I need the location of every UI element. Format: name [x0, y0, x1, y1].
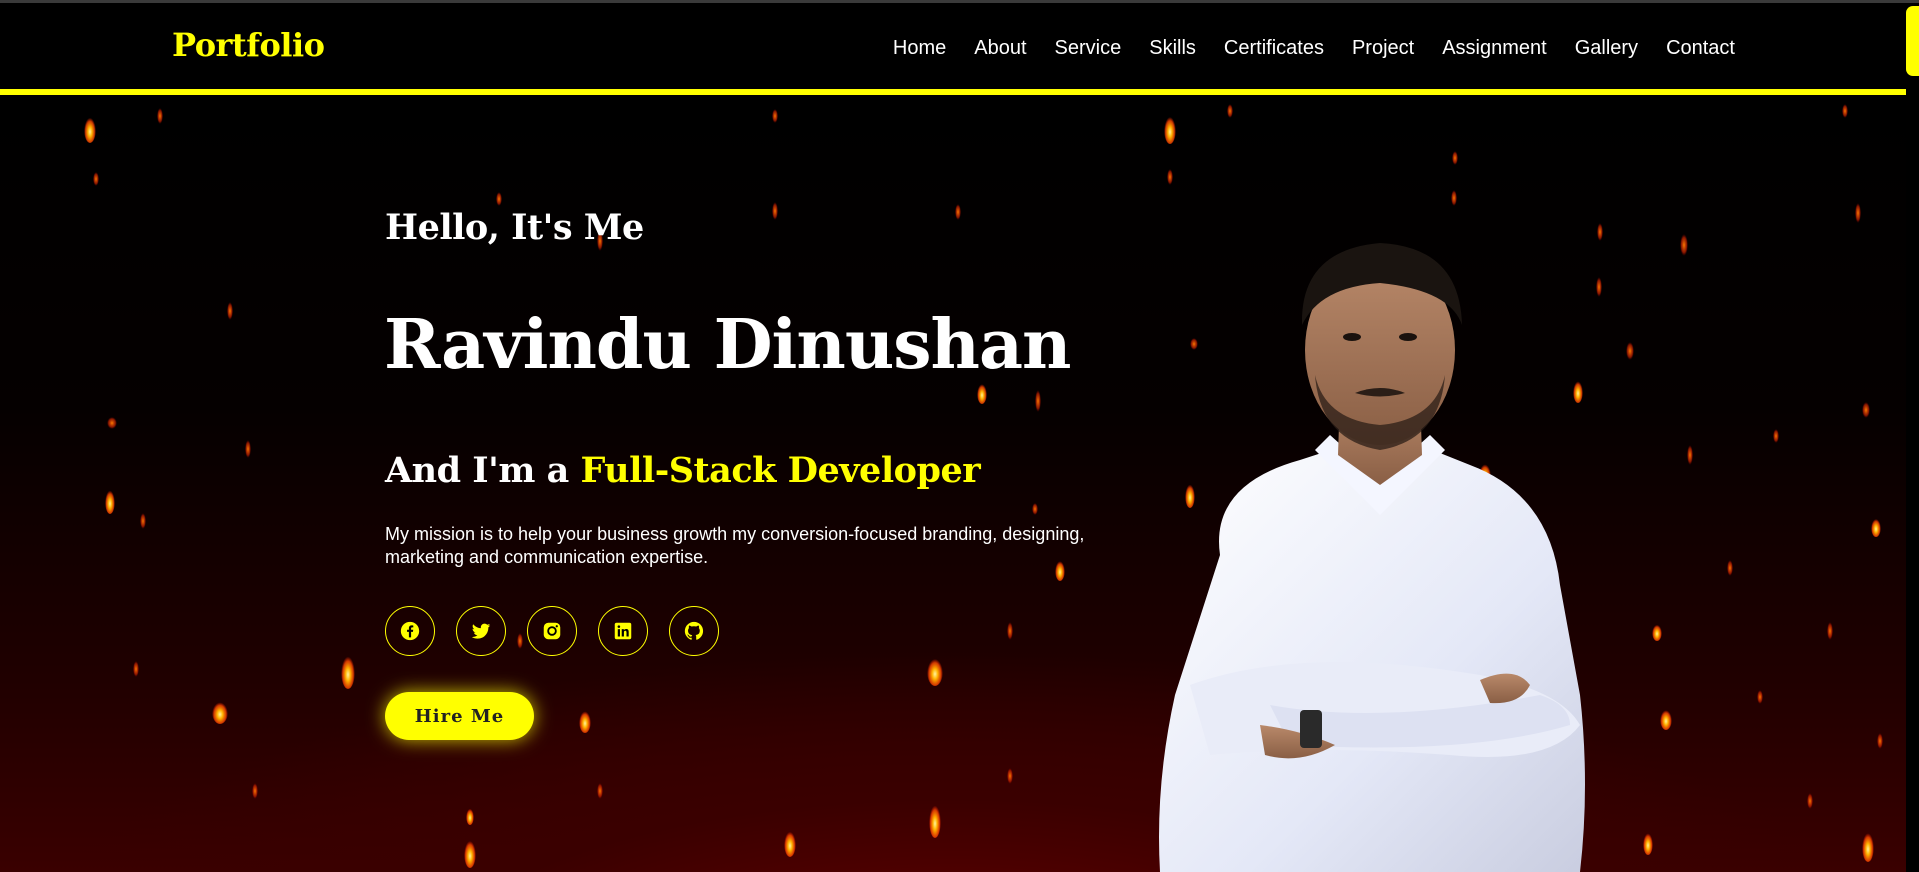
hero-role-prefix: And I'm a [385, 450, 581, 491]
hero-greeting: Hello, It's Me [385, 207, 644, 248]
linkedin-icon [614, 622, 632, 640]
nav-service[interactable]: Service [1055, 37, 1122, 60]
hero-name: Ravindu Dinushan [384, 305, 1071, 385]
logo-link[interactable]: Portfolio [172, 26, 325, 64]
instagram-icon [543, 622, 561, 640]
twitter-icon [471, 623, 491, 639]
github-link[interactable] [669, 606, 719, 656]
linkedin-link[interactable] [598, 606, 648, 656]
facebook-icon [400, 621, 420, 641]
nav-assignment[interactable]: Assignment [1442, 37, 1547, 60]
nav-gallery[interactable]: Gallery [1575, 37, 1638, 60]
nav-project[interactable]: Project [1352, 37, 1414, 60]
site-header: Portfolio Home About Service Skills Cert… [0, 3, 1906, 95]
scrollbar-thumb[interactable] [1906, 6, 1919, 76]
hero-mission: My mission is to help your business grow… [385, 524, 1085, 567]
social-links [385, 606, 740, 656]
hero-role-title: Full-Stack Developer [580, 450, 981, 491]
page: Portfolio Home About Service Skills Cert… [0, 0, 1919, 872]
github-icon [684, 621, 704, 640]
facebook-link[interactable] [385, 606, 435, 656]
hire-me-button[interactable]: Hire Me [385, 692, 534, 740]
nav-home[interactable]: Home [893, 37, 946, 60]
instagram-link[interactable] [527, 606, 577, 656]
twitter-link[interactable] [456, 606, 506, 656]
portrait-image [1159, 243, 1585, 872]
hero-section: Hello, It's Me Ravindu Dinushan And I'm … [0, 101, 1906, 872]
main-nav: Home About Service Skills Certificates P… [865, 37, 1735, 60]
nav-certificates[interactable]: Certificates [1224, 37, 1324, 60]
hero-role: And I'm a Full-Stack Developer [385, 450, 981, 491]
nav-skills[interactable]: Skills [1149, 37, 1196, 60]
nav-contact[interactable]: Contact [1666, 37, 1735, 60]
nav-about[interactable]: About [974, 37, 1026, 60]
